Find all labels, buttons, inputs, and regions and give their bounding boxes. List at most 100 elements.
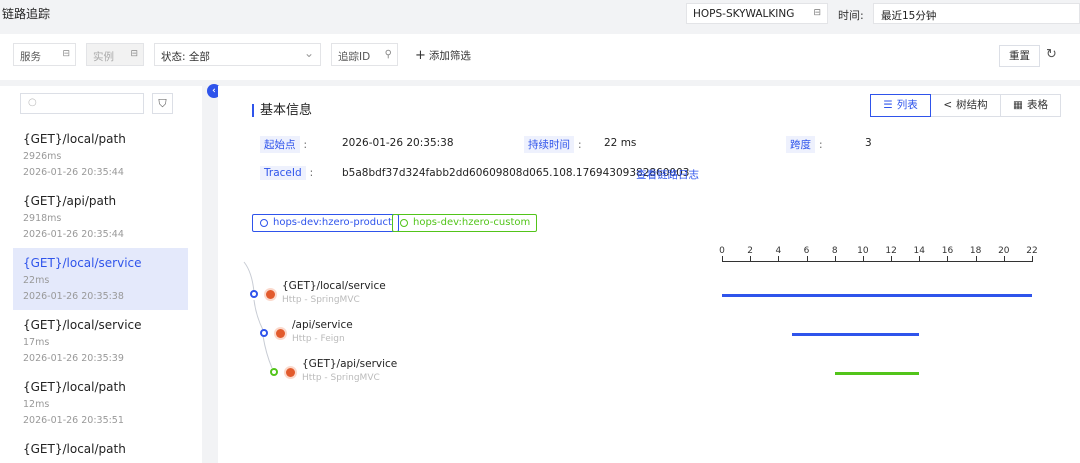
service-select[interactable]: 服务 ⊟ [13,43,76,66]
trace-time: 2026-01-26 20:35:38 [23,291,124,302]
trace-list-item[interactable]: {GET}/local/path [13,434,188,463]
service-type-icon [276,329,285,338]
service-tag-label: hops-dev:hzero-product [273,217,392,228]
select-icon: ⊟ [130,49,138,59]
span-node-dot[interactable] [270,368,278,376]
timeline-tick-label: 6 [803,246,810,256]
timeline-tick [862,256,864,262]
span-value: 3 [865,137,872,149]
service-select-label: 服务 [20,51,41,63]
span-type: Http - Feign [292,334,345,344]
timeline-tick-label: 4 [775,246,782,256]
trace-list-panel: ○ ⛉ {GET}/local/path 2926ms 2026-01-26 2… [0,86,202,463]
status-select[interactable]: 状态: 全部 ⌄ [154,43,321,66]
span-name[interactable]: /api/service [292,319,353,331]
timeline-tick [1003,256,1005,262]
span-label: 跨度: [786,136,823,153]
start-label: 起始点: [260,136,307,153]
refresh-icon[interactable]: ↻ [1046,47,1057,62]
status-select-value: 状态: 全部 [161,51,210,63]
span-type: Http - SpringMVC [282,295,360,305]
trace-time: 2026-01-26 20:35:51 [23,415,124,426]
span-duration-bar[interactable] [722,294,1032,297]
search-icon: ⚲ [384,49,392,60]
add-filter-label: 添加筛选 [428,50,471,62]
span-node-dot[interactable] [250,290,258,298]
tab-tree[interactable]: < 树结构 [931,94,1001,117]
trace-name: {GET}/local/service [23,256,142,270]
tab-tree-label: 树结构 [956,99,988,111]
span-duration-bar[interactable] [834,372,920,375]
timeline-tick-label: 14 [913,246,925,256]
timeline-tick [975,256,977,262]
timeline-tick [891,256,893,262]
timeline-tick-label: 20 [998,246,1010,256]
timeline-tick-label: 0 [719,246,725,256]
search-icon: ○ [28,97,37,108]
trace-name: {GET}/api/path [23,194,117,208]
plus-icon: + [415,48,426,63]
service-tag[interactable]: hops-dev:hzero-custom [392,214,538,232]
trace-duration: 2926ms [23,151,62,162]
span-name[interactable]: {GET}/local/service [282,280,386,292]
circle-icon [400,219,408,227]
timeline-tick-label: 2 [747,246,754,256]
trace-name: {GET}/local/path [23,132,126,146]
service-tag-label: hops-dev:hzero-custom [413,217,531,228]
trace-list-item-selected[interactable]: {GET}/local/service 22ms 2026-01-26 20:3… [13,248,188,310]
traceid-label: TraceId: [260,166,313,180]
view-tabs: ☰ 列表 < 树结构 ▦ 表格 [870,94,1061,117]
trace-time: 2026-01-26 20:35:44 [23,229,124,240]
timeline-tick [834,256,836,262]
span-node-dot[interactable] [260,329,268,337]
service-tag[interactable]: hops-dev:hzero-product [252,214,399,232]
trace-list-item[interactable]: {GET}/local/path 2926ms 2026-01-26 20:35… [13,124,188,186]
trace-id-placeholder: 追踪ID [338,51,371,63]
filter-button[interactable]: ⛉ [152,93,173,114]
tab-list[interactable]: ☰ 列表 [870,94,931,117]
environment-select-value: HOPS-SKYWALKING [693,8,795,20]
trace-list-item[interactable]: {GET}/local/service 17ms 2026-01-26 20:3… [13,310,188,372]
timeline-tick-label: 16 [941,246,954,256]
environment-select[interactable]: HOPS-SKYWALKING ⊟ [686,3,828,24]
trace-list-item[interactable]: {GET}/api/path 2918ms 2026-01-26 20:35:4… [13,186,188,248]
select-icon: ⊟ [62,49,70,59]
start-value: 2026-01-26 20:35:38 [342,137,454,149]
trace-id-input[interactable]: 追踪ID ⚲ [331,43,398,66]
add-filter-button[interactable]: + 添加筛选 [415,48,471,63]
timeline-axis [722,261,1032,262]
list-icon: ☰ [883,99,893,111]
timeline-tick [778,256,780,262]
section-title: 基本信息 [252,104,312,117]
time-range-select[interactable]: 最近15分钟 [873,3,1080,24]
timeline-tick [750,256,752,262]
page-title: 链路追踪 [2,7,51,21]
trace-search-input[interactable]: ○ [20,93,144,114]
span-duration-bar[interactable] [792,333,920,336]
duration-label: 持续时间: [524,136,582,153]
trace-duration: 2918ms [23,213,62,224]
span-name[interactable]: {GET}/api/service [302,358,397,370]
instance-select[interactable]: 实例 ⊟ [86,43,144,66]
select-icon: ⊟ [813,8,821,18]
service-type-icon [266,290,275,299]
timeline-tick [1032,256,1033,262]
service-type-icon [286,368,295,377]
timeline-tick-label: 18 [969,246,982,256]
tab-table[interactable]: ▦ 表格 [1001,94,1061,117]
share-icon: < [943,99,953,111]
trace-duration: 17ms [23,337,50,348]
trace-name: {GET}/local/service [23,318,142,332]
view-trace-log-link[interactable]: 查看链路日志 [636,167,699,182]
timeline-tick [722,256,723,262]
chevron-down-icon: ⌄ [303,46,314,60]
filter-bar: 服务 ⊟ 实例 ⊟ 状态: 全部 ⌄ 追踪ID ⚲ + 添加筛选 重置 ↻ [0,34,1080,80]
trace-duration: 22ms [23,275,50,286]
trace-list-item[interactable]: {GET}/local/path 12ms 2026-01-26 20:35:5… [13,372,188,434]
reset-button[interactable]: 重置 [999,45,1040,67]
trace-detail-panel: 基本信息 ☰ 列表 < 树结构 ▦ 表格 起始点: 2026-01-26 20:35:… [218,86,1080,463]
trace-time: 2026-01-26 20:35:39 [23,353,124,364]
timeline-tick-label: 10 [857,246,869,256]
table-icon: ▦ [1013,99,1023,111]
circle-icon [260,219,268,227]
